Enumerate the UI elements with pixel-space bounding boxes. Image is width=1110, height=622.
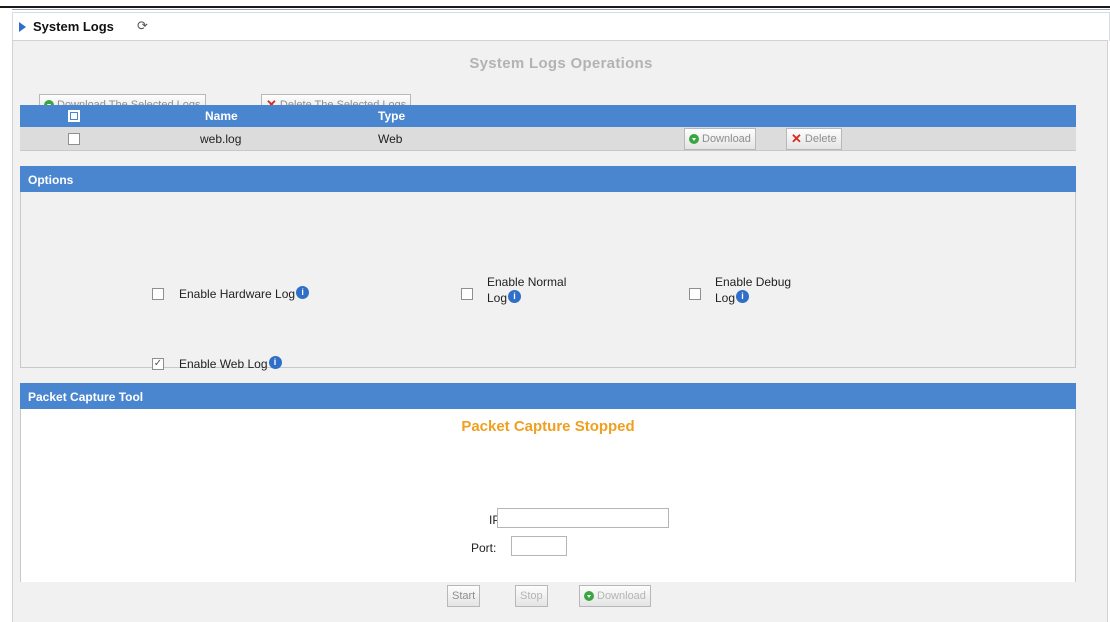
enable-web-log-text: Enable Web Log: [179, 357, 268, 371]
download-icon: [584, 591, 594, 601]
enable-debug-log-checkbox[interactable]: [689, 288, 701, 300]
row-checkbox[interactable]: [68, 133, 80, 145]
enable-normal-log-text-line1: Enable Normal: [487, 275, 567, 289]
page-title: System Logs: [33, 19, 114, 34]
logs-table-header: Name Type: [20, 105, 1076, 127]
enable-web-log-checkbox[interactable]: ✓: [152, 358, 164, 370]
enable-debug-log-label: Enable Debug Log i: [715, 274, 791, 306]
capture-download-label: Download: [597, 590, 646, 602]
enable-normal-log-label: Enable Normal Log i: [487, 274, 566, 306]
stop-label: Stop: [520, 590, 543, 602]
enable-debug-log-text-line1: Enable Debug: [715, 275, 792, 289]
log-name: web.log: [200, 132, 242, 146]
port-input[interactable]: [511, 536, 567, 556]
info-icon[interactable]: i: [296, 286, 310, 299]
start-label: Start: [452, 590, 476, 602]
table-row: web.log Web Download ✕ Delete: [20, 127, 1076, 151]
refresh-icon[interactable]: ⟳: [137, 18, 148, 34]
enable-debug-log-text-line2: Log: [715, 291, 736, 305]
start-button[interactable]: Start: [447, 585, 481, 607]
enable-normal-log-checkbox[interactable]: [461, 288, 473, 300]
row-delete-label: Delete: [804, 133, 837, 145]
row-download-label: Download: [702, 133, 751, 145]
row-delete-button[interactable]: ✕ Delete: [786, 128, 842, 150]
capture-status: Packet Capture Stopped: [461, 418, 635, 435]
top-border: [0, 6, 1110, 8]
info-icon[interactable]: i: [508, 290, 522, 303]
info-icon[interactable]: i: [736, 290, 750, 303]
enable-web-log-label: Enable Web Log i: [179, 356, 282, 372]
capture-download-button[interactable]: Download: [579, 585, 651, 607]
options-box: Enable Hardware Log i Enable Normal Log i …: [20, 192, 1076, 371]
log-type: Web: [378, 132, 403, 146]
column-header-name: Name: [205, 109, 238, 123]
top-border-secondary: [12, 9, 1110, 10]
stop-button[interactable]: Stop: [515, 585, 548, 607]
port-label: Port:: [471, 541, 497, 555]
column-header-type: Type: [378, 109, 406, 123]
select-all-checkbox[interactable]: [68, 110, 80, 122]
packet-capture-box: Packet Capture Stopped IP: Port: Start S…: [20, 409, 1076, 607]
download-icon: [689, 134, 699, 144]
options-header: Options: [20, 166, 1076, 192]
packet-capture-header: Packet Capture Tool: [20, 383, 1076, 409]
operations-heading: System Logs Operations: [469, 55, 653, 72]
row-download-button[interactable]: Download: [684, 128, 756, 150]
info-icon[interactable]: i: [268, 356, 282, 369]
enable-hardware-log-label: Enable Hardware Log i: [179, 286, 310, 302]
enable-normal-log-text-line2: Log: [487, 291, 508, 305]
ip-input[interactable]: [497, 508, 669, 528]
expand-arrow-icon[interactable]: [19, 22, 26, 32]
enable-hardware-log-text: Enable Hardware Log: [179, 287, 296, 301]
enable-hardware-log-checkbox[interactable]: [152, 288, 164, 300]
page-titlebar: System Logs ⟳: [12, 12, 1110, 41]
delete-icon: ✕: [791, 131, 802, 146]
